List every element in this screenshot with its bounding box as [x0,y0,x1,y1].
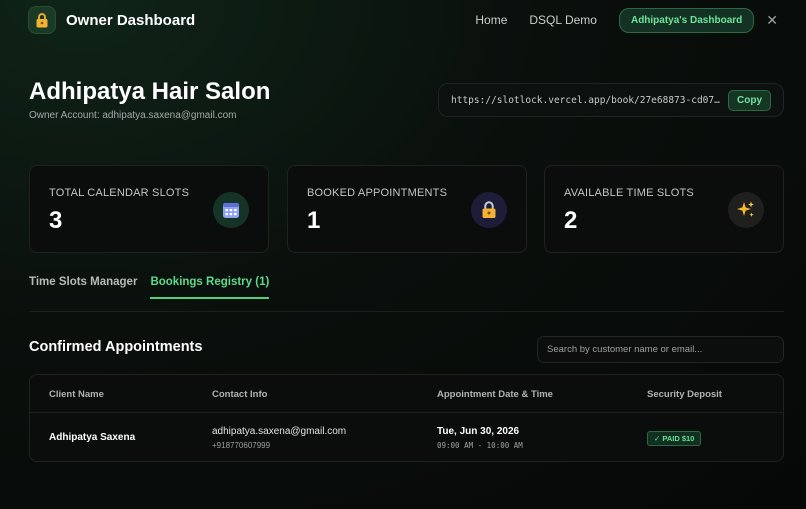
dashboard-button[interactable]: Adhipatya's Dashboard [618,7,755,33]
column-header-deposit: Security Deposit [647,389,722,400]
stat-card-total-slots: TOTAL CALENDAR SLOTS 3 [29,165,269,253]
nav-home[interactable]: Home [475,13,507,27]
lock-icon [471,192,507,228]
column-header-client: Client Name [49,389,104,400]
client-email: adhipatya.saxena@gmail.com [212,426,347,437]
lock-logo-icon [28,6,56,34]
booking-link-box: https://slotlock.vercel.app/book/27e6887… [438,83,784,117]
appointment-date: Tue, Jun 30, 2026 [437,426,520,437]
stat-value: 1 [307,207,321,234]
tabs-divider [29,311,784,312]
client-name: Adhipatya Saxena [49,432,136,443]
column-header-contact: Contact Info [212,389,268,400]
stat-card-available: AVAILABLE TIME SLOTS 2 [544,165,784,253]
booking-url[interactable]: https://slotlock.vercel.app/book/27e6887… [451,95,721,106]
stat-label: BOOKED APPOINTMENTS [307,187,448,199]
section-title: Confirmed Appointments [29,339,203,355]
brand-title: Owner Dashboard [66,11,196,29]
stat-value: 2 [564,207,578,234]
copy-button[interactable]: Copy [728,89,771,111]
calendar-icon [213,192,249,228]
tab-time-slots-manager[interactable]: Time Slots Manager [29,276,137,299]
appointments-table: Client Name Contact Info Appointment Dat… [29,374,784,462]
table-header: Client Name Contact Info Appointment Dat… [30,375,783,413]
appointment-time: 09:00 AM - 10:00 AM [437,441,523,450]
client-phone: +918770607999 [212,441,271,450]
top-bar: Owner Dashboard Home DSQL Demo Adhipatya… [0,0,806,40]
tab-bar: Time Slots Manager Bookings Registry (1) [29,276,270,299]
nav: Home DSQL Demo Adhipatya's Dashboard ✕ [475,7,778,33]
table-row: Adhipatya Saxena adhipatya.saxena@gmail.… [30,413,783,461]
owner-account: Owner Account: adhipatya.saxena@gmail.co… [29,110,237,121]
sparkles-icon [728,192,764,228]
tab-bookings-registry[interactable]: Bookings Registry (1) [150,276,270,299]
stat-card-booked: BOOKED APPOINTMENTS 1 [287,165,527,253]
close-icon[interactable]: ✕ [766,12,778,29]
page-title: Adhipatya Hair Salon [29,78,271,105]
stat-label: TOTAL CALENDAR SLOTS [49,187,190,199]
column-header-datetime: Appointment Date & Time [437,389,553,400]
search-input[interactable] [537,336,784,363]
nav-dsql-demo[interactable]: DSQL Demo [529,13,597,27]
stat-value: 3 [49,207,63,234]
stat-label: AVAILABLE TIME SLOTS [564,187,694,199]
deposit-status-badge: ✓ PAID $10 [647,431,702,446]
